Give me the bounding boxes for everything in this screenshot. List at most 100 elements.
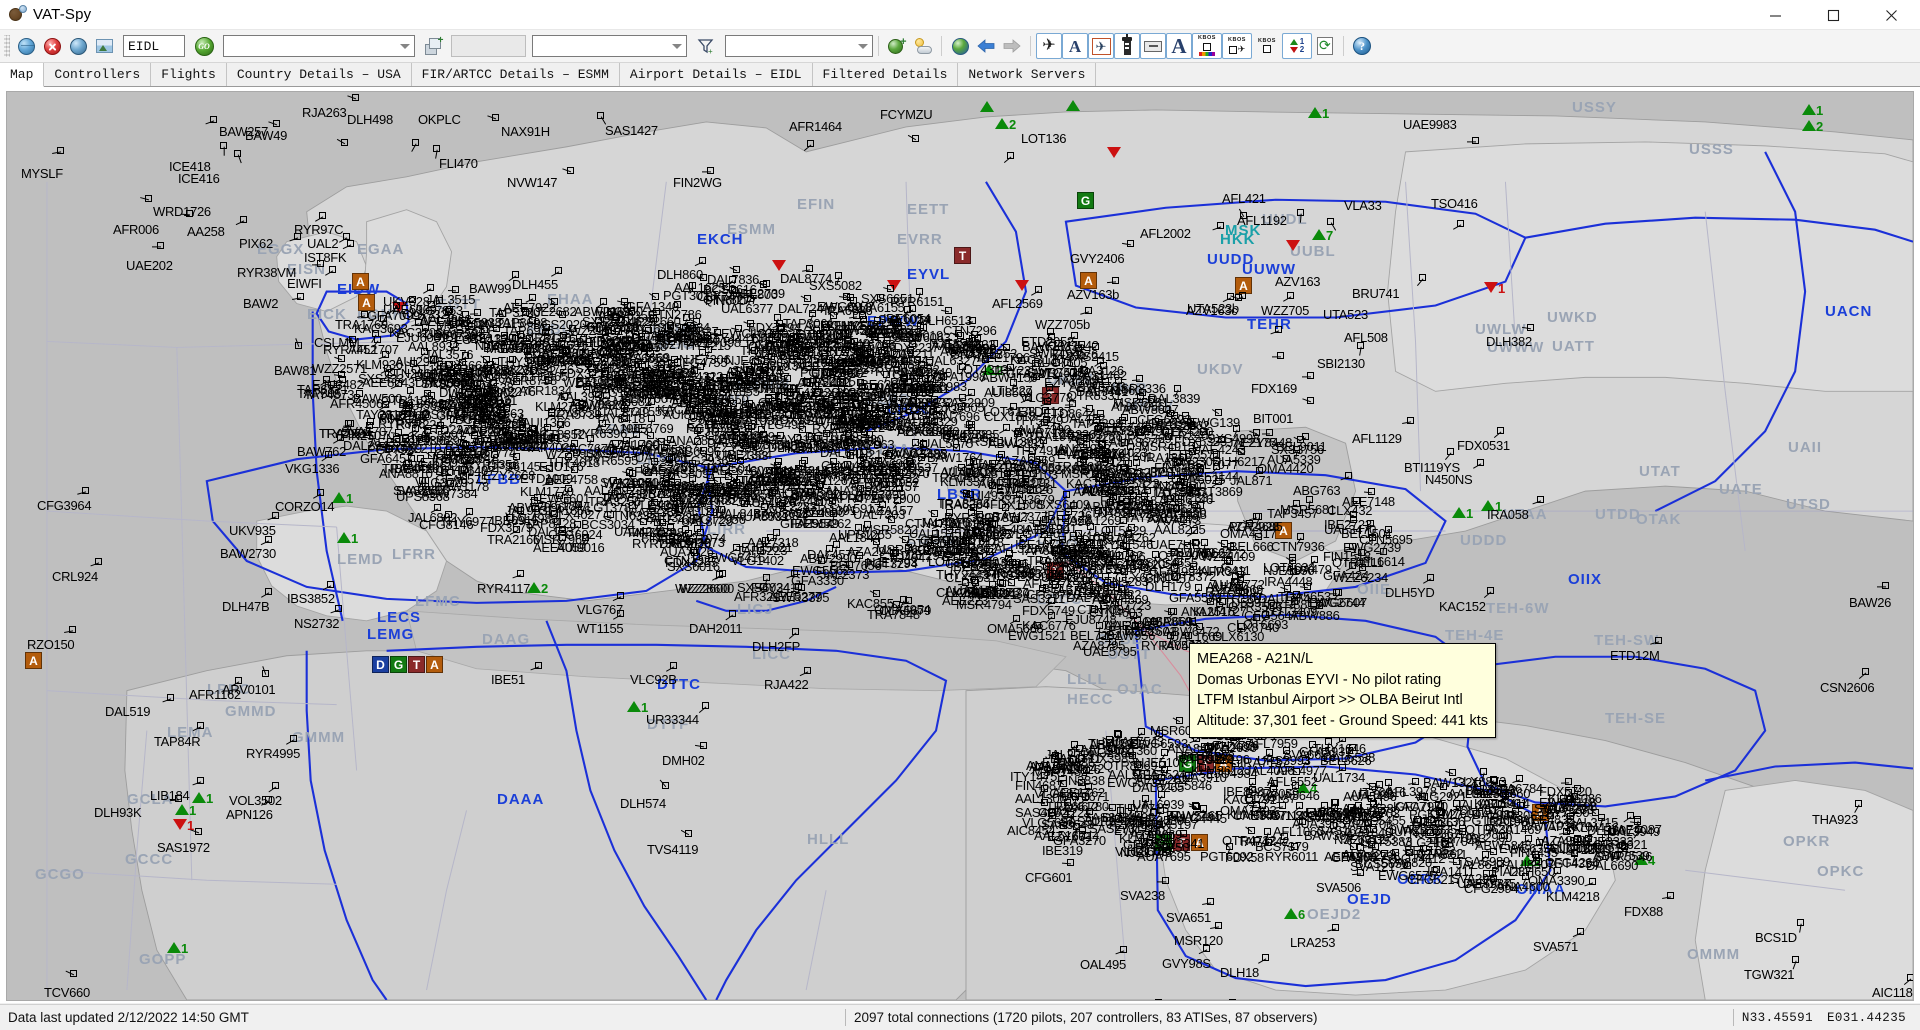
fir-label[interactable]: LPPC [207,682,251,697]
fir-label[interactable]: UATT [1552,339,1595,354]
fir-label[interactable]: UWLW [1475,322,1526,337]
airport-controller-badge[interactable]: T [408,656,425,673]
tab-filtered-details[interactable]: Filtered Details [813,63,959,86]
fir-label[interactable]: EGGX [257,242,304,257]
fir-label[interactable]: EVRR [897,232,943,247]
airport-controller-badge[interactable]: T [954,247,971,264]
arrival-triangle-icon[interactable] [772,260,786,271]
fir-label[interactable]: EICK [307,307,347,322]
arrival-triangle-icon[interactable] [1286,240,1300,251]
airport-controller-badge[interactable]: A [1080,272,1097,289]
fir-label[interactable]: UKDV [1197,362,1244,377]
departure-triangle-icon[interactable] [192,792,206,803]
departure-triangle-icon[interactable] [1066,100,1080,111]
fir-label[interactable]: OIIE [1357,582,1391,597]
fir-label[interactable]: GMMD [225,704,277,719]
fir-label[interactable]: LEMG [367,627,414,642]
airport-controller-badge[interactable]: G [1179,755,1196,772]
fir-label[interactable]: OMMM [1687,947,1740,962]
toolbar-grip[interactable] [4,35,10,57]
location-combo[interactable] [223,35,415,57]
departure-triangle-icon[interactable] [527,582,541,593]
departure-triangle-icon[interactable] [1802,104,1816,115]
departure-triangle-icon[interactable] [1634,854,1648,865]
filter-combo[interactable] [532,35,687,57]
arrival-triangle-icon[interactable] [1484,282,1498,293]
fir-label[interactable]: GCGO [35,867,85,882]
fir-label[interactable]: OEJD [1347,892,1392,907]
departure-triangle-icon[interactable] [1312,229,1326,240]
fir-label[interactable]: EETT [907,202,949,217]
airport-controller-badge[interactable]: G [390,656,407,673]
disconnect-button[interactable] [39,33,65,59]
fir-label[interactable]: OTAK [1636,512,1681,527]
departure-triangle-icon[interactable] [1802,120,1816,131]
departure-triangle-icon[interactable] [175,804,189,815]
connect-button[interactable] [13,33,39,59]
fir-label[interactable]: UATE [1719,482,1763,497]
airport-controller-badge[interactable]: D [372,656,389,673]
fir-label[interactable]: OJAC [1117,682,1163,697]
departure-triangle-icon[interactable] [1308,107,1322,118]
fir-label[interactable]: TEH-6W [1486,601,1550,616]
airport-controller-badge[interactable]: A [1275,522,1292,539]
fir-label[interactable]: TEH-SW [1594,633,1659,648]
show-fir-button[interactable] [1140,33,1166,59]
fir-label[interactable]: UWWW [1487,340,1544,355]
fir-label[interactable]: GCLA [127,792,174,807]
show-airports-button[interactable]: ✈ [1088,33,1114,59]
airport-controller-badge[interactable]: G [1077,192,1094,209]
fir-label[interactable]: EGAA [357,242,404,257]
forward-button[interactable] [999,33,1025,59]
fir-label[interactable]: OPKR [1783,834,1830,849]
fir-label[interactable]: ESMM [727,222,776,237]
fir-label[interactable]: EDGG [647,337,695,352]
departure-triangle-icon[interactable] [1481,500,1495,511]
back-button[interactable] [973,33,999,59]
tab-fir-details[interactable]: FIR/ARTCC Details – ESMM [412,63,620,86]
fir-label[interactable]: LICC [752,647,791,662]
fir-label[interactable]: UWKD [1547,310,1598,325]
fir-label[interactable]: UTAT [1639,464,1681,479]
departure-triangle-icon[interactable] [980,101,994,112]
arrivals-departures-button[interactable]: 1 2 [1282,33,1312,59]
fir-label[interactable]: UAII [1788,440,1822,455]
font-button[interactable]: A [1166,33,1192,59]
search-input[interactable] [123,35,185,57]
tab-network-servers[interactable]: Network Servers [958,63,1096,86]
departure-triangle-icon[interactable] [337,532,351,543]
departure-triangle-icon[interactable] [982,364,996,375]
fir-label[interactable]: HECC [1067,692,1114,707]
fir-label[interactable]: TEH-SE [1605,711,1666,726]
show-towers-button[interactable] [1114,33,1140,59]
airport-controller-badge[interactable]: A [1191,834,1208,851]
fir-label[interactable]: USSS [1689,142,1734,157]
fir-label[interactable]: LICJ [737,602,774,617]
globe-view-button[interactable] [947,33,973,59]
fir-label[interactable]: LEMA [167,725,214,740]
fir-label[interactable]: LFBB [477,472,521,487]
add-to-list-button[interactable]: + [421,33,447,59]
fir-label[interactable]: OSTT [1107,647,1151,662]
fir-label[interactable]: DTTC [657,677,701,692]
go-button[interactable]: GO [191,33,217,59]
fir-label[interactable]: TEHR [1247,317,1292,332]
airport-colors-button[interactable]: KBOS [1192,33,1222,59]
fir-label[interactable]: OIIX [1568,572,1602,587]
fir-label[interactable]: LEMD [337,552,384,567]
fir-label[interactable]: OEJD2 [1307,907,1361,922]
add-filter-button[interactable]: + [693,33,719,59]
tab-airport-details[interactable]: Airport Details – EIDL [620,63,813,86]
departure-triangle-icon[interactable] [1452,507,1466,518]
fir-label[interactable]: GOPP [139,952,186,967]
tab-flights[interactable]: Flights [151,63,227,86]
fir-label[interactable]: HLLL [807,832,849,847]
fir-label[interactable]: EYVL [907,267,950,282]
departure-triangle-icon[interactable] [1284,908,1298,919]
add-globe-button[interactable]: + [884,33,910,59]
refresh-button[interactable] [1312,33,1338,59]
departure-triangle-icon[interactable] [627,701,641,712]
fir-label[interactable]: UDDD [1460,533,1507,548]
fir-label[interactable]: LFRR [392,547,436,562]
settings-button[interactable] [65,33,91,59]
